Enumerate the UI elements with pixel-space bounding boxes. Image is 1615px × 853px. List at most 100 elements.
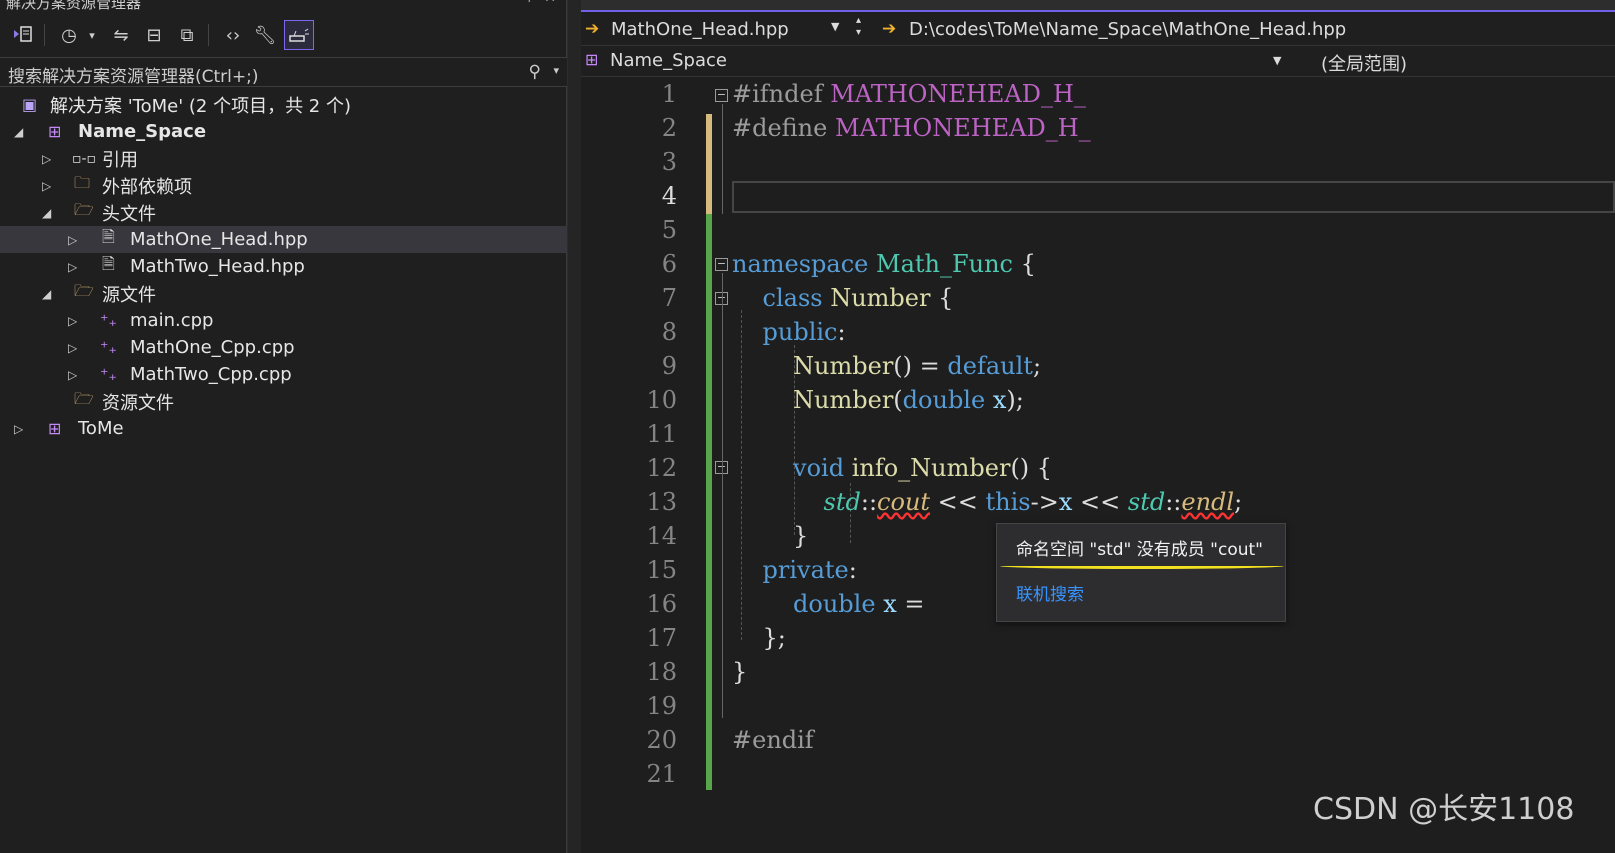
tree-item-mathone-cpp[interactable]: ▷ ⁺₊ MathOne_Cpp.cpp (0, 334, 567, 361)
scope-navigation-bar: ⊞ Name_Space ▼ (全局范围) (581, 47, 1615, 77)
code-line[interactable]: private: (732, 556, 857, 584)
tree-item-label: 头文件 (102, 203, 156, 225)
project-icon: ⊞ (48, 122, 62, 141)
watermark: CSDN @长安1108 (1313, 792, 1575, 827)
expanded-arrow-icon[interactable]: ◢ (42, 206, 51, 220)
spin-arrows-icon[interactable]: ▴ ▾ (856, 15, 861, 39)
external-deps-icon: 🗀︎ (74, 173, 91, 192)
sync-icon[interactable]: ⇋ (108, 20, 134, 50)
tree-item-label: 源文件 (102, 284, 156, 306)
code-line[interactable]: } (732, 658, 747, 686)
properties-wrench-icon[interactable]: 🔧︎ (252, 20, 278, 50)
scope-dropdown[interactable]: (全局范围) (1321, 50, 1407, 76)
search-icon[interactable]: ⚲ (529, 62, 541, 82)
project-icon: ⊞ (585, 50, 599, 69)
arrow-right-icon: ➔ (585, 19, 600, 39)
preview-selected-icon[interactable] (284, 20, 314, 50)
search-input[interactable]: 搜索解决方案资源管理器(Ctrl+;) (8, 62, 258, 87)
tree-item-resource-files[interactable]: 🗁︎ 资源文件 (0, 388, 567, 415)
tree-item-label: 解决方案 'ToMe' (2 个项目，共 2 个) (50, 95, 352, 117)
collapsed-arrow-icon[interactable]: ▷ (68, 368, 77, 382)
code-line[interactable]: }; (732, 624, 786, 652)
chevron-down-icon[interactable]: ▾ (553, 64, 559, 77)
chevron-down-icon[interactable]: ▾ (84, 20, 100, 50)
code-line[interactable]: #endif (732, 726, 814, 754)
collapsed-arrow-icon[interactable]: ▷ (42, 179, 51, 193)
line-number: 11 (646, 420, 677, 448)
tree-item-label: MathTwo_Cpp.cpp (130, 364, 292, 385)
cpp-file-icon: ⁺₊ (100, 311, 117, 330)
tree-item-mathtwo-cpp[interactable]: ▷ ⁺₊ MathTwo_Cpp.cpp (0, 361, 567, 388)
tree-item-solution[interactable]: ▣ 解决方案 'ToMe' (2 个项目，共 2 个) (0, 91, 567, 118)
view-code-icon[interactable]: ‹› (220, 20, 246, 50)
chevron-down-icon[interactable]: ▼ (1273, 54, 1281, 67)
tree-item-project-name-space[interactable]: ◢ ⊞ Name_Space (0, 118, 567, 145)
collapsed-arrow-icon[interactable]: ▷ (68, 314, 77, 328)
tree-item-header-files[interactable]: ◢ 🗁︎ 头文件 (0, 199, 567, 226)
file-dropdown[interactable]: MathOne_Head.hpp (611, 19, 789, 40)
tree-item-references[interactable]: ▷ ▫-▫ 引用 (0, 145, 567, 172)
collapse-all-icon[interactable]: ⊟ (141, 20, 167, 50)
code-line[interactable]: std::cout << this->x << std::endl; (732, 488, 1243, 516)
tree-item-mathtwo-head[interactable]: ▷ 🗎︎ MathTwo_Head.hpp (0, 253, 567, 280)
tree-item-mathone-head[interactable]: ▷ 🗎︎ MathOne_Head.hpp (0, 226, 567, 253)
code-line[interactable]: } (732, 522, 808, 550)
code-line[interactable]: class Number { (732, 284, 954, 312)
code-line[interactable]: public: (732, 318, 846, 346)
code-line[interactable]: namespace Math_Func { (732, 250, 1036, 278)
code-line[interactable]: void info_Number() { (732, 454, 1052, 482)
tree-item-project-tome[interactable]: ▷ ⊞ ToMe (0, 415, 567, 442)
line-number: 18 (646, 658, 677, 686)
code-line[interactable]: #define MATHONEHEAD_H_ (732, 114, 1091, 142)
collapsed-arrow-icon[interactable]: ▷ (14, 422, 23, 436)
chevron-down-icon[interactable]: ▼ (831, 20, 839, 33)
line-number: 1 (661, 80, 677, 108)
line-number: 8 (661, 318, 677, 346)
explorer-toolbar: ◷ ▾ ⇋ ⊟ ⧉ ‹› 🔧︎ (0, 14, 567, 54)
code-line[interactable]: #ifndef MATHONEHEAD_H_ (732, 80, 1086, 108)
tree-item-source-files[interactable]: ◢ 🗁︎ 源文件 (0, 280, 567, 307)
header-file-icon: 🗎︎ (102, 227, 115, 246)
line-number: 19 (646, 692, 677, 720)
tree-item-external-deps[interactable]: ▷ 🗀︎ 外部依赖项 (0, 172, 567, 199)
collapsed-arrow-icon[interactable]: ▷ (68, 341, 77, 355)
unsaved-change-bar (706, 114, 712, 214)
explorer-search-box[interactable]: 搜索解决方案资源管理器(Ctrl+;) ⚲ ▾ (0, 57, 567, 87)
document-tabs[interactable] (581, 0, 1615, 12)
line-number: 21 (646, 760, 677, 788)
line-number: 16 (646, 590, 677, 618)
filter-folder-icon: 🗁︎ (74, 200, 94, 219)
code-line[interactable]: Number(double x); (732, 386, 1024, 414)
expanded-arrow-icon[interactable]: ◢ (42, 287, 51, 301)
fold-toggle-icon[interactable]: − (715, 89, 728, 102)
search-online-link[interactable]: 联机搜索 (1016, 580, 1084, 605)
panel-title-buttons[interactable]: ⊤ ✕ (523, 0, 556, 6)
error-message: 命名空间 "std" 没有成员 "cout" (1016, 540, 1263, 560)
vs-project-icon[interactable] (8, 20, 38, 50)
line-number-gutter: 1 2 3 4 5 6 7 8 9 10 11 12 13 14 15 16 1… (581, 78, 706, 853)
highlight-underline (1000, 563, 1284, 569)
change-tracking-bar (706, 114, 712, 790)
collapsed-arrow-icon[interactable]: ▷ (42, 152, 51, 166)
line-number: 13 (646, 488, 677, 516)
file-navigation-bar: ➔ MathOne_Head.hpp ▼ ▴ ▾ ➔ D:\codes\ToMe\… (581, 14, 1615, 46)
show-all-files-icon[interactable]: ⧉ (174, 20, 200, 50)
tree-item-label: MathTwo_Head.hpp (130, 256, 305, 277)
project-dropdown[interactable]: Name_Space (610, 50, 727, 71)
tree-item-main-cpp[interactable]: ▷ ⁺₊ main.cpp (0, 307, 567, 334)
panel-splitter[interactable] (567, 0, 581, 853)
file-path[interactable]: D:\codes\ToMe\Name_Space\MathOne_Head.hp… (909, 19, 1346, 40)
code-line[interactable]: Number() = default; (732, 352, 1041, 380)
expanded-arrow-icon[interactable]: ◢ (14, 125, 23, 139)
solution-icon: ▣ (22, 95, 38, 114)
fold-guide (722, 104, 723, 214)
pending-changes-icon[interactable]: ◷ (56, 20, 82, 50)
fold-toggle-icon[interactable]: − (715, 258, 728, 271)
collapsed-arrow-icon[interactable]: ▷ (68, 233, 77, 247)
collapsed-arrow-icon[interactable]: ▷ (68, 260, 77, 274)
ide-window: 解决方案资源管理器 ⊤ ✕ ◷ ▾ ⇋ ⊟ ⧉ ‹› 🔧︎ 搜索解决方案资源管理… (0, 0, 1615, 853)
code-line[interactable]: double x = (732, 590, 924, 618)
line-number: 14 (646, 522, 677, 550)
header-file-icon: 🗎︎ (102, 254, 115, 273)
error-tooltip: 命名空间 "std" 没有成员 "cout" 联机搜索 (996, 523, 1286, 622)
